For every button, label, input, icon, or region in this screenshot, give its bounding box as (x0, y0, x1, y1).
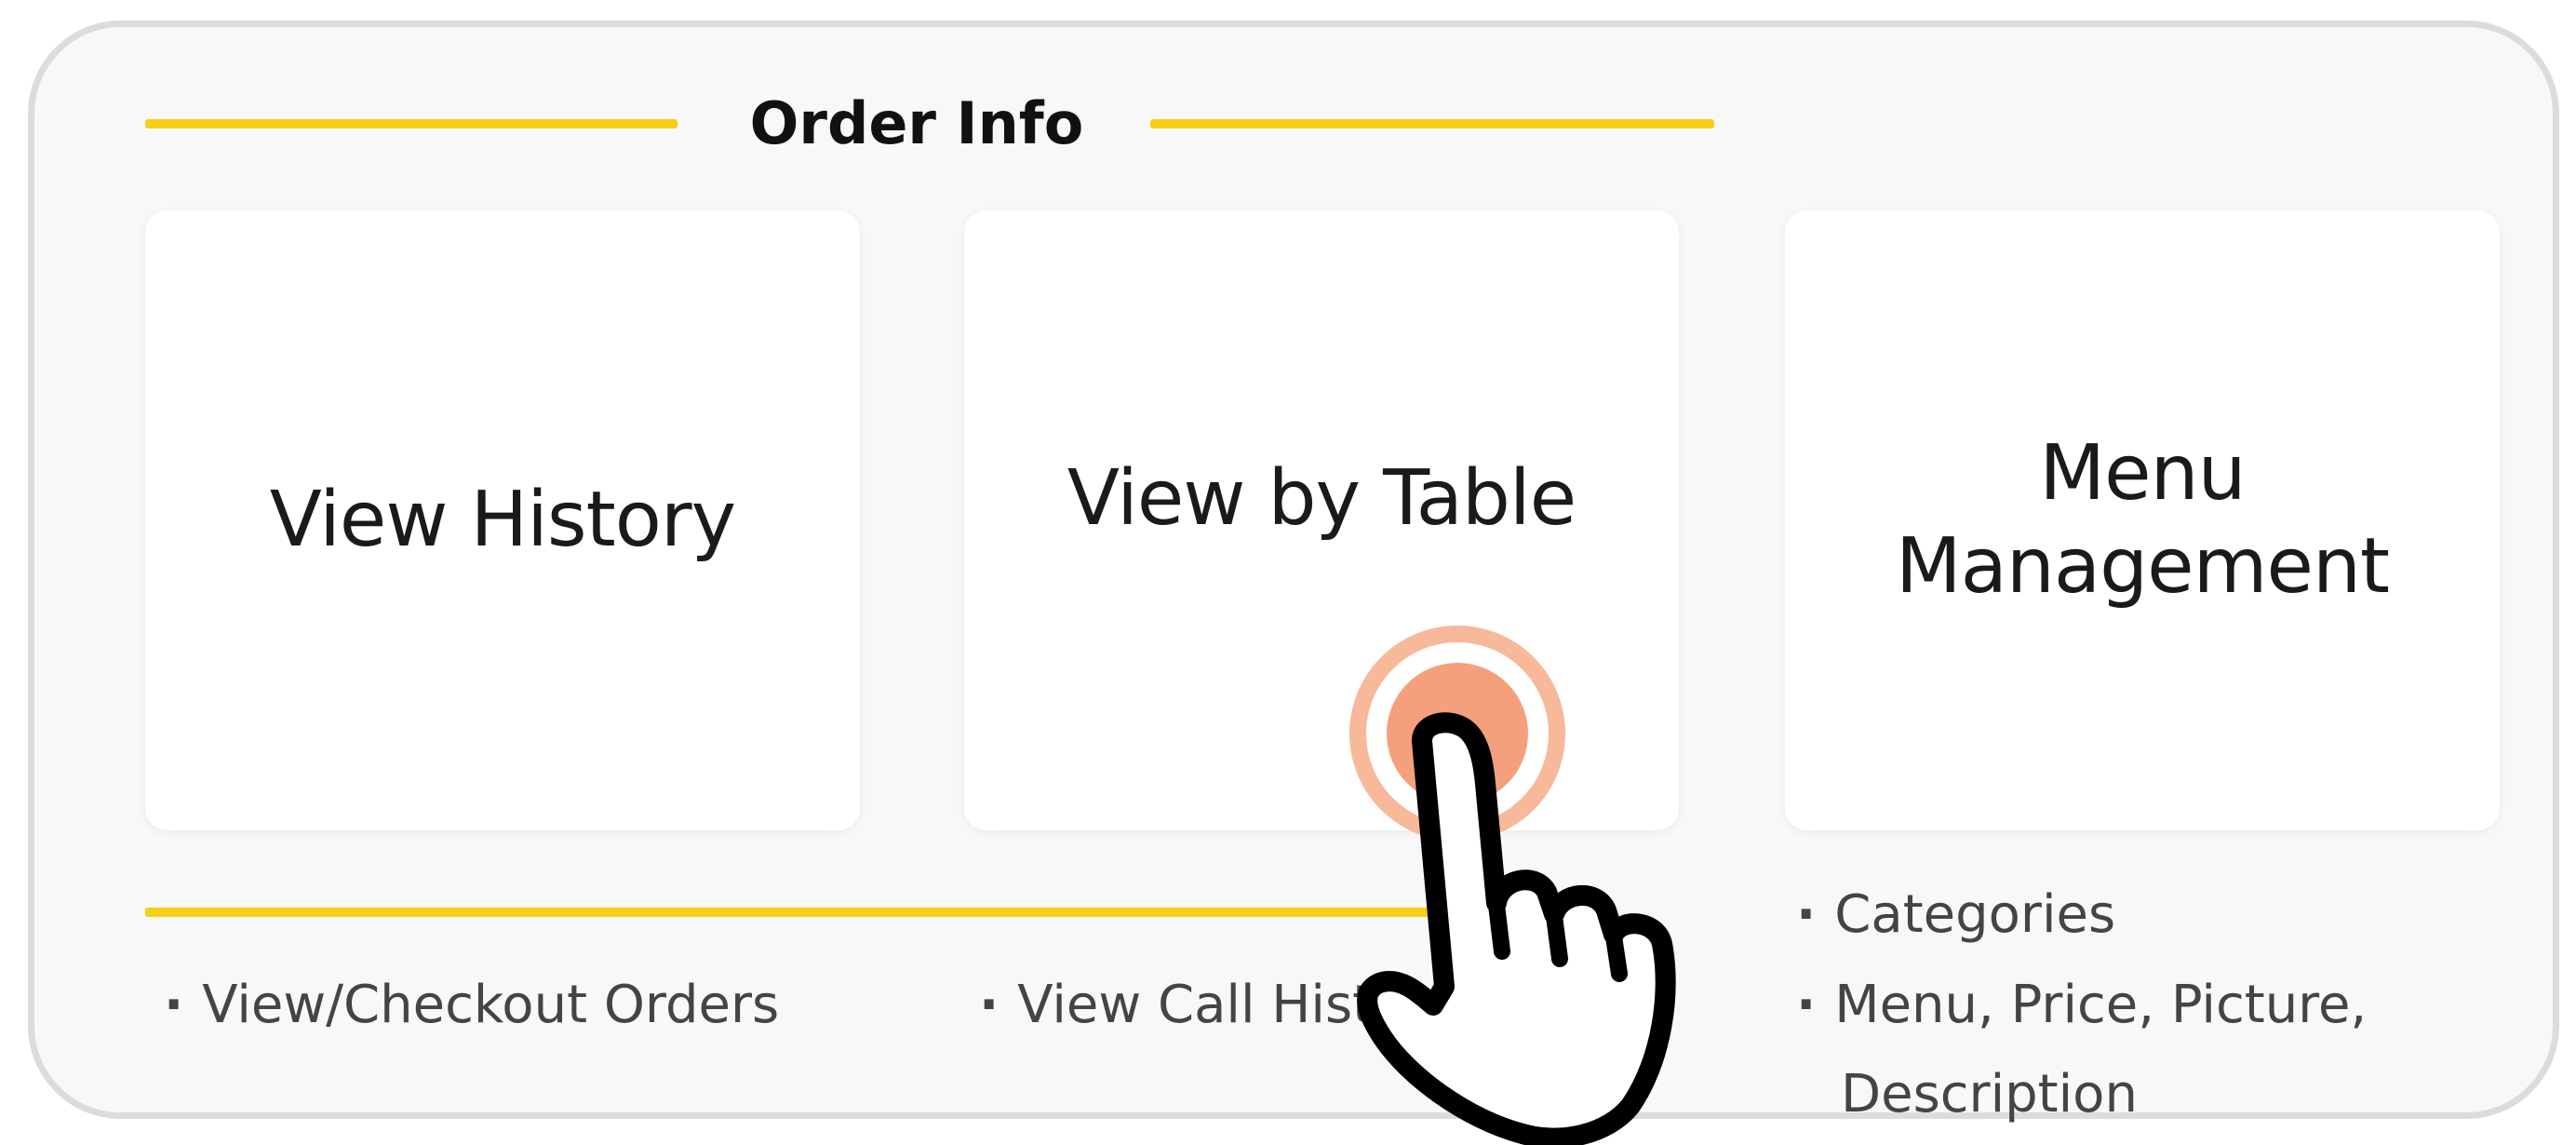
view-history-label: View History (269, 475, 736, 564)
note-text: View/Checkout Orders (202, 975, 780, 1035)
menu-management-card[interactable]: Menu Management (1785, 210, 2500, 830)
header-line-right (1150, 119, 1714, 128)
note-text: Menu, Price, Picture, (1834, 975, 2368, 1035)
section-header: Order Info (0, 0, 2576, 242)
bullet-dot: · (979, 975, 1000, 1035)
note-menu-price-picture: · Menu, Price, Picture, (1796, 979, 2367, 1031)
note-text: Categories (1834, 884, 2116, 945)
pointing-hand-icon (1357, 712, 1676, 1145)
view-history-card[interactable]: View History (145, 210, 860, 830)
view-by-table-label: View by Table (1067, 453, 1576, 543)
menu-management-label: Menu Management (1895, 428, 2390, 611)
bullet-dot: · (1796, 975, 1817, 1035)
header-line-left (145, 119, 678, 128)
note-categories: · Categories (1796, 889, 2115, 941)
bullet-dot: · (164, 975, 184, 1035)
note-view-checkout-orders: · View/Checkout Orders (164, 979, 779, 1031)
note-description: Description (1841, 1064, 2138, 1125)
bullet-dot: · (1796, 884, 1817, 945)
section-title: Order Info (749, 89, 1084, 157)
